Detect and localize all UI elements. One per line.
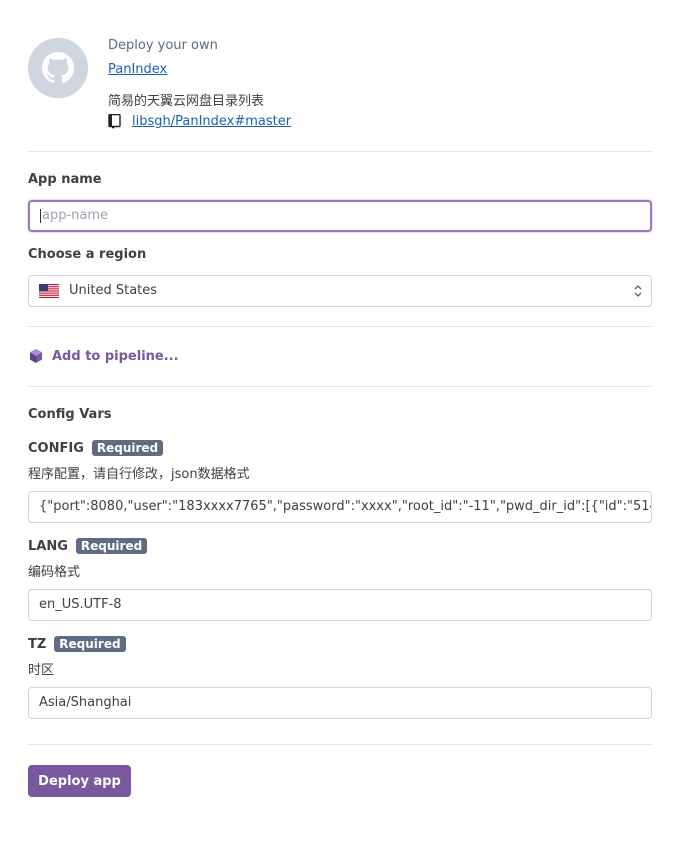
select-arrows-icon [634,285,642,297]
divider [28,744,652,745]
pipeline-icon [30,349,42,363]
lang-var-input[interactable]: en_US.UTF-8 [28,589,652,621]
config-var-header: CONFIG Required [28,440,164,456]
app-name-placeholder: app-name [42,208,109,223]
repo-book-icon [108,114,121,129]
tz-var-description: 时区 [28,663,55,678]
config-var-input[interactable]: {"port":8080,"user":"183xxxx7765","passw… [28,491,652,523]
app-name-input[interactable]: app-name [28,200,652,232]
required-badge: Required [75,538,148,554]
us-flag-icon [39,284,59,298]
tz-var-name: TZ [28,636,47,652]
app-name-label: App name [28,172,102,187]
text-caret [40,208,41,223]
deploy-your-own-text: Deploy your own [108,38,218,53]
divider [28,326,652,327]
add-to-pipeline-button[interactable]: Add to pipeline... [28,348,179,364]
config-vars-title: Config Vars [28,407,112,422]
divider [28,386,652,387]
deploy-app-button[interactable]: Deploy app [28,765,131,797]
repo-description: 简易的天翼云网盘目录列表 [108,94,265,109]
github-avatar-icon [28,38,88,98]
tz-var-header: TZ Required [28,636,126,652]
lang-var-description: 编码格式 [28,565,81,580]
required-badge: Required [54,636,126,652]
repo-name-link[interactable]: PanIndex [108,62,167,77]
config-var-name: CONFIG [28,440,84,456]
lang-var-name: LANG [28,538,68,554]
required-badge: Required [91,440,164,456]
repo-ref-link[interactable]: libsgh/PanIndex#master [132,114,291,129]
repo-ref-row: libsgh/PanIndex#master [108,114,291,129]
deploy-page: Deploy your own PanIndex 简易的天翼云网盘目录列表 li… [0,0,687,842]
add-to-pipeline-label: Add to pipeline... [52,348,179,364]
region-select[interactable]: United States [28,275,652,307]
divider [28,151,652,152]
region-label: Choose a region [28,247,147,262]
region-value: United States [69,283,158,298]
tz-var-input[interactable]: Asia/Shanghai [28,687,652,719]
config-var-description: 程序配置，请自行修改，json数据格式 [28,467,250,482]
lang-var-header: LANG Required [28,538,148,554]
